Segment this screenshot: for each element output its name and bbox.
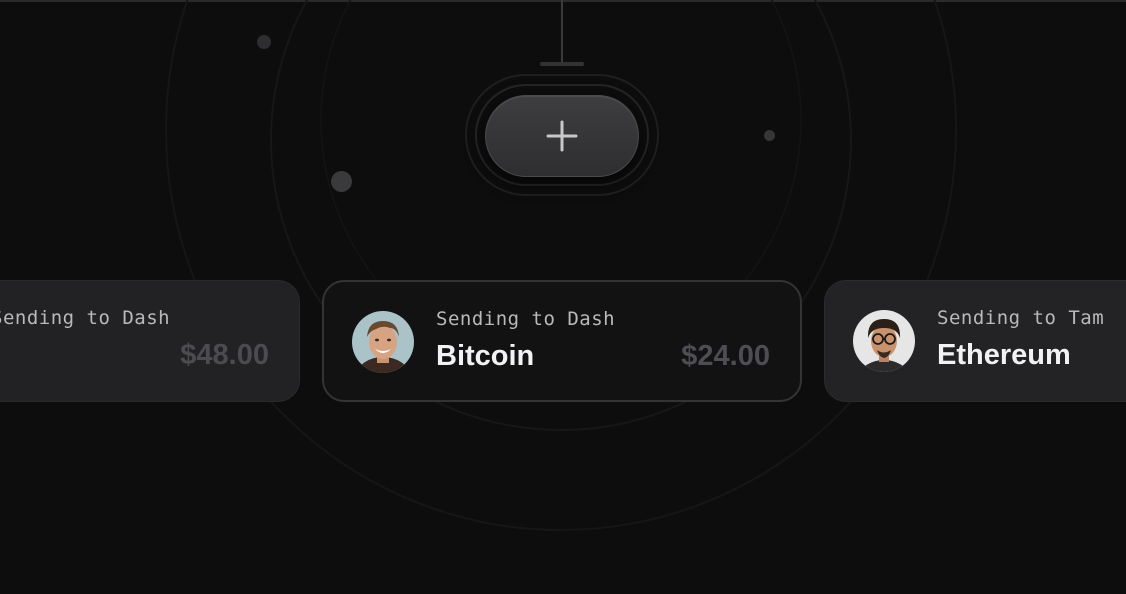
sending-label: Sending to Dash <box>0 307 171 329</box>
amount: $24.00 <box>681 340 770 372</box>
coin-name: Bitcoin <box>436 340 535 372</box>
plus-icon <box>546 120 578 152</box>
man-with-glasses-avatar <box>853 310 915 372</box>
stage: Sending to Dash $48.00 Sending to Dash B… <box>0 0 1126 594</box>
sending-label: Sending to Dash <box>436 308 616 330</box>
connector-line <box>561 0 563 64</box>
add-button[interactable] <box>485 95 639 177</box>
coin-name: Ethereum <box>937 339 1071 371</box>
decorative-dot <box>331 171 352 192</box>
decorative-dot <box>764 130 775 141</box>
smiling-man-avatar <box>352 311 414 373</box>
connector-cap <box>540 62 584 66</box>
decorative-dot <box>257 35 271 49</box>
sending-label: Sending to Tam <box>937 307 1105 329</box>
transaction-card[interactable]: Sending to Tam Ethereum <box>824 280 1126 402</box>
transaction-card[interactable]: Sending to Dash $48.00 <box>0 280 300 402</box>
transaction-card-selected[interactable]: Sending to Dash Bitcoin $24.00 <box>322 280 802 402</box>
amount: $48.00 <box>180 339 269 371</box>
